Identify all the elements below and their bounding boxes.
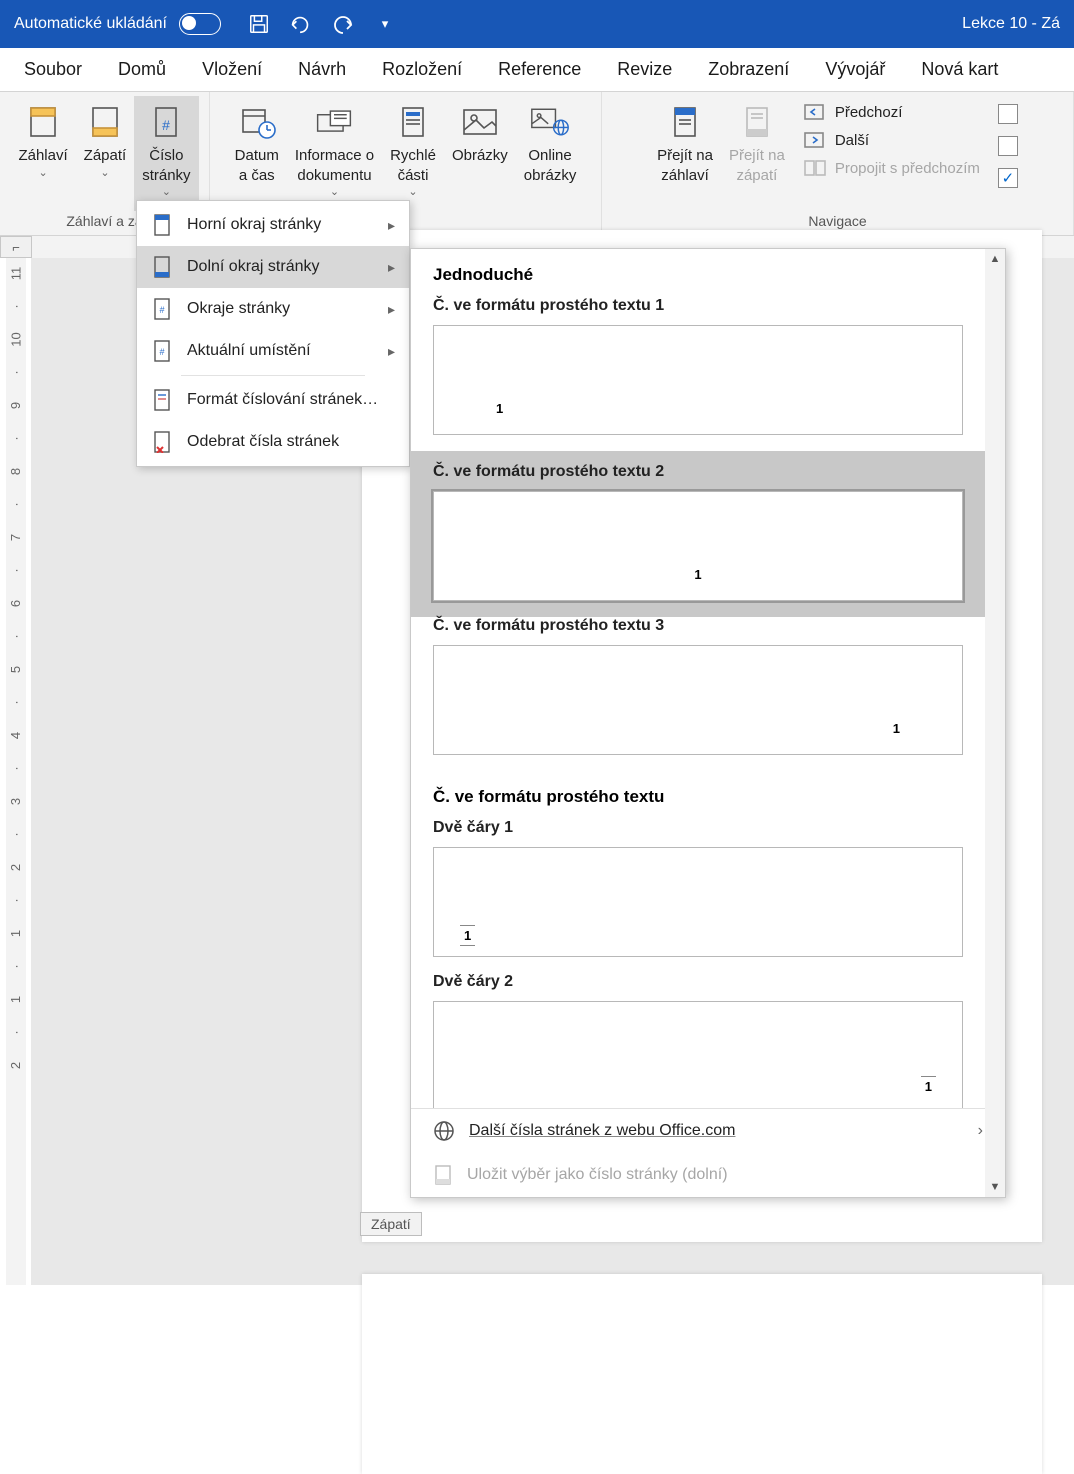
gallery-preview: 1	[433, 847, 963, 957]
save-icon[interactable]	[247, 12, 271, 36]
tab-nova[interactable]: Nová kart	[903, 49, 1016, 90]
propojit-button: Propojit s předchozím	[803, 158, 980, 178]
goto-footer-icon	[737, 102, 777, 142]
page-2[interactable]	[362, 1274, 1042, 1474]
cislo-stranky-button[interactable]: # Číslo stránky⌄	[134, 96, 198, 211]
page-bottom-icon	[151, 256, 173, 278]
rychle-casti-button[interactable]: Rychlé části⌄	[382, 96, 444, 211]
gallery-item-two-lines-2[interactable]: Dvě čáry 2 1	[411, 973, 985, 1108]
link-previous-icon	[803, 158, 827, 178]
group-label-hf: Záhlaví a zá	[66, 211, 142, 235]
gallery-preview: 1	[433, 491, 963, 601]
qat-customize-icon[interactable]: ▾	[373, 12, 397, 36]
chevron-right-icon: ›	[978, 1122, 983, 1140]
menu-separator	[181, 375, 365, 376]
gallery-item-two-lines-1[interactable]: Dvě čáry 1 1	[411, 819, 985, 973]
remove-icon	[151, 431, 173, 453]
informace-button[interactable]: Informace o dokumentu⌄	[287, 96, 382, 211]
tab-revize[interactable]: Revize	[599, 49, 690, 90]
chevron-right-icon: ▸	[388, 217, 395, 234]
gallery-more-office[interactable]: Další čísla stránek z webu Office.com ›	[411, 1109, 1005, 1153]
tab-zobrazeni[interactable]: Zobrazení	[690, 49, 807, 90]
gallery-section-simple: Jednoduché	[411, 249, 985, 297]
previous-icon	[803, 102, 827, 122]
header-icon	[23, 102, 63, 142]
gallery-preview: 1	[433, 1001, 963, 1108]
gallery-scrollbar[interactable]: ▲ ▼	[985, 249, 1005, 1197]
prejit-zahlavi-button[interactable]: Přejít na záhlaví	[649, 96, 721, 211]
menu-bottom-of-page[interactable]: Dolní okraj stránky ▸	[137, 246, 409, 288]
datum-button[interactable]: Datum a čas	[227, 96, 287, 211]
page-top-icon	[151, 214, 173, 236]
menu-top-of-page[interactable]: Horní okraj stránky ▸	[137, 204, 409, 246]
gallery-item-plain-2[interactable]: Č. ve formátu prostého textu 2 1	[411, 451, 985, 617]
checkbox-3[interactable]: ✓	[998, 168, 1018, 188]
zapati-button[interactable]: Zápatí⌄	[76, 96, 135, 211]
prejit-zapati-button[interactable]: Přejít na zápatí	[721, 96, 793, 211]
date-time-icon	[237, 102, 277, 142]
tab-soubor[interactable]: Soubor	[6, 49, 100, 90]
online-obrazky-button[interactable]: Online obrázky	[516, 96, 585, 211]
next-icon	[803, 130, 827, 150]
checkbox-2[interactable]	[998, 136, 1018, 156]
gallery-section-plain: Č. ve formátu prostého textu	[411, 771, 985, 819]
tab-reference[interactable]: Reference	[480, 49, 599, 90]
save-selection-icon	[433, 1164, 453, 1186]
undo-icon[interactable]	[289, 12, 313, 36]
tab-vyvojar[interactable]: Vývojář	[807, 49, 903, 90]
gallery-item-plain-1[interactable]: Č. ve formátu prostého textu 1 1	[411, 297, 985, 451]
predchozi-button[interactable]: Předchozí	[803, 102, 980, 122]
page-number-icon: #	[146, 102, 186, 142]
redo-icon[interactable]	[331, 12, 355, 36]
autosave-toggle[interactable]	[179, 13, 221, 35]
online-pictures-icon	[530, 102, 570, 142]
titlebar: Automatické ukládání ▾ Lekce 10 - Zá	[0, 0, 1074, 48]
chevron-right-icon: ▸	[388, 259, 395, 276]
menu-page-margins[interactable]: # Okraje stránky ▸	[137, 288, 409, 330]
tabs: Soubor Domů Vložení Návrh Rozložení Refe…	[0, 48, 1074, 92]
tab-domu[interactable]: Domů	[100, 49, 184, 90]
svg-text:#: #	[159, 305, 164, 315]
scroll-down-icon[interactable]: ▼	[985, 1177, 1005, 1197]
goto-header-icon	[665, 102, 705, 142]
checkbox-1[interactable]	[998, 104, 1018, 124]
menu-current-position[interactable]: # Aktuální umístění ▸	[137, 330, 409, 372]
chevron-right-icon: ▸	[388, 301, 395, 318]
tab-vlozeni[interactable]: Vložení	[184, 49, 280, 90]
page-number-menu: Horní okraj stránky ▸ Dolní okraj stránk…	[136, 200, 410, 467]
format-icon	[151, 389, 173, 411]
autosave-label: Automatické ukládání	[14, 15, 167, 33]
globe-icon	[433, 1120, 455, 1142]
gallery-item-plain-3[interactable]: Č. ve formátu prostého textu 3 1	[411, 617, 985, 771]
menu-format-numbers[interactable]: Formát číslování stránek…	[137, 379, 409, 421]
page-margins-icon: #	[151, 298, 173, 320]
svg-text:#: #	[162, 117, 170, 133]
chevron-right-icon: ▸	[388, 343, 395, 360]
doc-title: Lekce 10 - Zá	[962, 15, 1060, 33]
obrazky-button[interactable]: Obrázky	[444, 96, 516, 211]
footer-icon	[85, 102, 125, 142]
zahlavi-button[interactable]: Záhlaví⌄	[10, 96, 75, 211]
dalsi-button[interactable]: Další	[803, 130, 980, 150]
quick-parts-icon	[393, 102, 433, 142]
doc-info-icon	[314, 102, 354, 142]
page-number-gallery: Jednoduché Č. ve formátu prostého textu …	[410, 248, 1006, 1198]
footer-tag: Zápatí	[360, 1212, 422, 1236]
scroll-up-icon[interactable]: ▲	[985, 249, 1005, 269]
vertical-ruler[interactable]: 11· 10· 9· 8· 7· 6· 5· 4· 3· 2· 1· 1· 2	[0, 258, 32, 1285]
ruler-corner: ⌐	[0, 236, 32, 258]
gallery-save-selection: Uložit výběr jako číslo stránky (dolní)	[411, 1153, 1005, 1197]
menu-remove-numbers[interactable]: Odebrat čísla stránek	[137, 421, 409, 463]
current-position-icon: #	[151, 340, 173, 362]
tab-rozlozeni[interactable]: Rozložení	[364, 49, 480, 90]
svg-text:#: #	[159, 347, 164, 357]
gallery-preview: 1	[433, 645, 963, 755]
gallery-footer: Další čísla stránek z webu Office.com › …	[411, 1108, 1005, 1197]
gallery-preview: 1	[433, 325, 963, 435]
tab-navrh[interactable]: Návrh	[280, 49, 364, 90]
pictures-icon	[460, 102, 500, 142]
